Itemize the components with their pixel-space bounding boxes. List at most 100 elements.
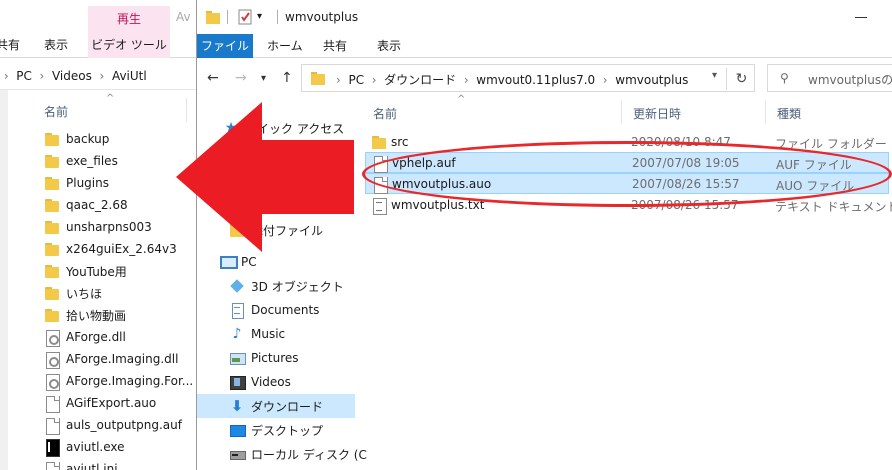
breadcrumb-wmvoutplus[interactable]: wmvoutplus: [615, 73, 688, 87]
list-item-label: x264guiEx_2.64v3: [66, 242, 177, 256]
search-box[interactable]: ⚲ wmvoutplusの検索: [767, 64, 892, 92]
nav-item-pc[interactable]: PC: [197, 250, 355, 274]
ribbon-tabs: ファイル ホーム 共有 表示: [197, 34, 892, 58]
nav-item-label: Music: [251, 327, 286, 341]
annotation-red-arrow: [176, 102, 354, 252]
list-item[interactable]: YouTube用: [44, 260, 194, 282]
nav-item-local-disk[interactable]: ローカル ディスク (C: [197, 442, 367, 466]
list-item-label: いちほ: [66, 286, 103, 301]
list-item[interactable]: AForge.dll: [44, 326, 194, 348]
videos-icon: [229, 374, 246, 390]
column-type[interactable]: 種類: [777, 105, 801, 122]
refresh-icon[interactable]: ↻: [726, 68, 756, 90]
nav-item-pictures[interactable]: Pictures: [197, 346, 355, 370]
context-group-title: 再生: [116, 12, 141, 26]
list-item-label: aviutl.exe: [66, 440, 125, 454]
file-name: src: [391, 135, 409, 149]
list-item[interactable]: x264guiEx_2.64v3: [44, 238, 194, 260]
list-item[interactable]: AForge.Imaging.dll: [44, 348, 194, 370]
list-item[interactable]: aviutl.ini: [44, 458, 194, 470]
folder-icon: [44, 241, 60, 257]
list-item[interactable]: qaac_2.68: [44, 194, 194, 216]
list-item[interactable]: 拾い物動画: [44, 304, 194, 326]
folder-icon: [44, 263, 60, 279]
tab-view[interactable]: 表示: [377, 34, 401, 58]
address-dropdown-icon[interactable]: ▾: [712, 70, 717, 81]
back-window-title-partial: Av: [176, 10, 191, 24]
folder-icon: [310, 70, 326, 89]
tab-home[interactable]: ホーム: [267, 34, 303, 58]
file-icon: [44, 417, 60, 435]
list-item-label: AForge.dll: [66, 330, 126, 344]
column-name-label: 名前: [44, 105, 69, 119]
breadcrumb-aviutl[interactable]: AviUtl: [112, 69, 147, 83]
local-disk-icon: [229, 446, 246, 462]
list-item[interactable]: backup: [44, 128, 194, 150]
up-arrow-icon[interactable]: ↑: [281, 70, 293, 86]
breadcrumb-wmvout[interactable]: wmvout0.11plus7.0: [476, 73, 595, 87]
nav-item-label: デスクトップ: [251, 423, 324, 438]
pc-icon: [219, 254, 238, 270]
list-item[interactable]: unsharpns003: [44, 216, 194, 238]
sort-ascending-icon: ^: [106, 93, 115, 104]
nav-item-videos[interactable]: Videos: [197, 370, 355, 394]
tab-file[interactable]: ファイル: [197, 34, 253, 58]
sort-ascending-icon: ^: [457, 94, 466, 105]
folder-icon: [44, 131, 60, 147]
address-bar[interactable]: › PC › ダウンロード › wmvout0.11plus7.0 › wmvo…: [301, 64, 755, 92]
search-placeholder: wmvoutplusの検索: [808, 73, 892, 87]
folder-icon: [371, 134, 387, 150]
nav-item-downloads[interactable]: ⬇ ダウンロード: [197, 394, 355, 418]
breadcrumb: › PC › ダウンロード › wmvout0.11plus7.0 › wmvo…: [336, 73, 689, 87]
properties-icon[interactable]: [237, 9, 253, 25]
nav-item-desktop[interactable]: デスクトップ: [197, 418, 355, 442]
breadcrumb-videos[interactable]: Videos: [52, 69, 92, 83]
contextual-tab-group: 再生 ビデオ ツール: [88, 6, 170, 58]
tab-video-tools[interactable]: ビデオ ツール: [88, 36, 170, 53]
tab-view[interactable]: 表示: [44, 36, 68, 53]
list-item[interactable]: aviutl.exe: [44, 436, 194, 458]
nav-item-music[interactable]: ♪ Music: [197, 322, 355, 346]
breadcrumb-pc[interactable]: PC: [348, 73, 364, 87]
list-item[interactable]: AForge.Imaging.For...: [44, 370, 194, 392]
list-item[interactable]: Plugins: [44, 172, 194, 194]
title-bar[interactable]: ▾ wmvoutplus: [197, 0, 892, 34]
list-item-label: Plugins: [66, 176, 109, 190]
folder-icon: [44, 285, 60, 301]
list-item[interactable]: auls_outputpng.auf: [44, 414, 194, 436]
list-item-label: AForge.Imaging.For...: [66, 374, 194, 388]
nav-item-documents[interactable]: Documents: [197, 298, 355, 322]
back-arrow-icon[interactable]: ←: [207, 70, 219, 86]
nav-item-label: Pictures: [251, 351, 299, 365]
list-item[interactable]: AGifExport.auo: [44, 392, 194, 414]
breadcrumb-pc[interactable]: PC: [16, 69, 32, 83]
back-column-header[interactable]: ^ 名前: [0, 93, 196, 124]
list-item[interactable]: exe_files: [44, 150, 194, 172]
breadcrumb-downloads[interactable]: ダウンロード: [384, 73, 456, 87]
list-item-label: exe_files: [66, 154, 118, 168]
search-icon: ⚲: [780, 71, 789, 85]
column-modified[interactable]: 更新日時: [633, 105, 681, 122]
minimize-button[interactable]: [855, 17, 867, 18]
forward-arrow-icon[interactable]: →: [235, 70, 247, 86]
nav-item-3d-objects[interactable]: 3D オブジェクト: [197, 274, 355, 298]
nav-item-label: ローカル ディスク (C: [251, 447, 367, 462]
list-item-label: auls_outputpng.auf: [66, 418, 182, 432]
recent-locations-chevron-icon[interactable]: ▾: [261, 73, 266, 84]
list-item-label: qaac_2.68: [66, 198, 128, 212]
window-title: wmvoutplus: [285, 10, 359, 24]
exe-icon: [44, 439, 60, 457]
column-separator[interactable]: [621, 100, 622, 124]
chevron-down-icon[interactable]: ▾: [257, 9, 273, 25]
tab-share[interactable]: 共有: [323, 34, 347, 58]
nav-item-label: Videos: [251, 375, 291, 389]
back-file-list: backup exe_files Plugins qaac_2.68 unsharpns…: [44, 128, 194, 470]
back-address-bar[interactable]: › PC › Videos › AviUtl: [0, 62, 196, 90]
list-item[interactable]: いちほ: [44, 282, 194, 304]
column-separator[interactable]: [765, 100, 766, 124]
tab-share[interactable]: 共有: [0, 36, 20, 53]
annotation-highlight-oval: [362, 141, 892, 207]
column-name[interactable]: 名前: [373, 105, 397, 122]
file-icon: [44, 395, 60, 413]
navigation-bar: ← → ▾ ↑ › PC › ダウンロード › wmvout0.11plus7.…: [197, 62, 892, 94]
